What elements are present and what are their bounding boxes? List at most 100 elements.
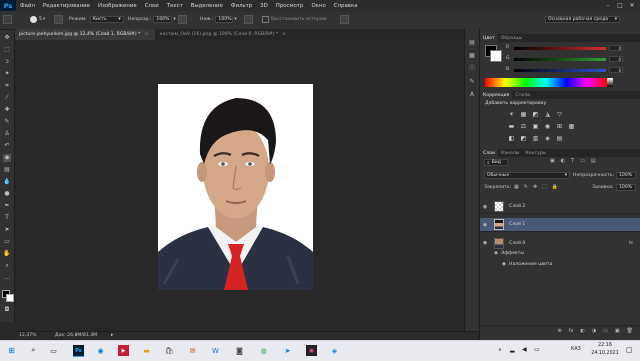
layer-row-selected[interactable]: ◉ Слой 1	[480, 218, 640, 232]
smart-object-filter-icon[interactable]: ▤	[591, 158, 596, 164]
character-panel-icon[interactable]: A	[468, 91, 476, 99]
eraser-tool-icon[interactable]: ◆	[3, 154, 11, 162]
volume-icon[interactable]: ◀	[522, 346, 527, 353]
close-icon[interactable]: ×	[282, 32, 286, 37]
clock-time[interactable]: 22:16	[589, 343, 621, 348]
restore-history-group[interactable]: Восстановить историю	[262, 15, 327, 24]
tool-preset-picker[interactable]	[3, 15, 12, 24]
blur-tool-icon[interactable]: 💧	[3, 178, 11, 186]
task-view-icon[interactable]: ▭	[48, 345, 59, 356]
black-white-icon[interactable]: ▣	[532, 123, 539, 130]
file-explorer-icon[interactable]: ▬	[141, 345, 152, 356]
tab-color[interactable]: Цвет	[480, 34, 498, 42]
brush-settings-panel-icon[interactable]: ✎	[468, 78, 476, 86]
menu-3d[interactable]: 3D	[256, 3, 272, 9]
pressure-opacity-toggle[interactable]	[178, 15, 187, 24]
tab-kostyum[interactable]: костюм_ОиV (16).png @ 100% (Слой 0, RGB/…	[156, 29, 301, 40]
tab-paths[interactable]: Контуры	[522, 149, 549, 157]
hand-tool-icon[interactable]: ✋	[3, 250, 11, 258]
black-white-ramp[interactable]	[607, 78, 613, 87]
fill-input[interactable]: 100%	[616, 184, 636, 191]
menu-edit[interactable]: Редактирование	[39, 3, 94, 9]
menu-view[interactable]: Просмотр	[272, 3, 308, 9]
lock-artboard-icon[interactable]: ⬚	[542, 184, 547, 190]
layer-effects-row[interactable]: ◉ Эффекты	[494, 251, 524, 256]
new-layer-icon[interactable]: ▣	[615, 328, 620, 334]
type-filter-icon[interactable]: T	[571, 158, 574, 164]
color-lookup-icon[interactable]: ▦	[568, 123, 575, 130]
messenger-icon[interactable]: ◈	[329, 345, 340, 356]
language-indicator[interactable]: КАЗ	[571, 347, 581, 352]
camera-icon[interactable]: ◙	[234, 345, 245, 356]
curves-icon[interactable]: ◩	[532, 111, 539, 118]
lock-transparency-icon[interactable]: ▦	[514, 184, 519, 190]
close-button[interactable]: ✕	[626, 0, 638, 11]
edge-icon[interactable]: ◉	[95, 345, 106, 356]
layer-name[interactable]: Слой 0	[509, 241, 525, 246]
pressure-size-toggle[interactable]	[340, 15, 349, 24]
color-balance-icon[interactable]: ⚖	[520, 123, 527, 130]
more-tools-icon[interactable]: …	[3, 274, 11, 282]
blue-slider[interactable]	[514, 69, 606, 72]
red-slider[interactable]	[514, 47, 606, 50]
zoom-tool-icon[interactable]: ⌕	[3, 262, 11, 270]
posterize-icon[interactable]: ◩	[520, 135, 527, 142]
effect-color-overlay-row[interactable]: ◉ Наложение цвета	[502, 262, 552, 267]
lock-pixels-icon[interactable]: ✎	[524, 184, 528, 190]
channel-mixer-icon[interactable]: ⊞	[556, 123, 563, 130]
eye-icon[interactable]: ◉	[502, 262, 506, 267]
invert-icon[interactable]: ◧	[508, 135, 515, 142]
menu-help[interactable]: Справка	[330, 3, 362, 9]
link-layers-icon[interactable]: ⊕	[557, 328, 561, 334]
eye-icon[interactable]: ◉	[480, 240, 490, 246]
blend-mode-select[interactable]: Обычные ▾	[484, 172, 570, 179]
fx-badge[interactable]: fx	[629, 241, 633, 246]
layer-row[interactable]: ◉ Слой 0 fx	[480, 236, 640, 250]
crop-tool-icon[interactable]: ⌗	[3, 82, 11, 90]
brush-size-picker[interactable]: 5 ▾	[30, 15, 45, 24]
clock-date[interactable]: 24.10.2021	[589, 351, 621, 356]
menu-select[interactable]: Выделение	[187, 3, 227, 9]
trash-icon[interactable]: 🗑	[627, 328, 633, 334]
hue-saturation-icon[interactable]: ▬	[508, 123, 515, 130]
healing-brush-tool-icon[interactable]: ✚	[3, 106, 11, 114]
video-editor-icon[interactable]: ▣	[306, 345, 317, 356]
brightness-contrast-icon[interactable]: ☀	[508, 111, 515, 118]
workspace-select[interactable]: Основная рабочая среда ▾	[545, 15, 620, 24]
layer-kind-filter[interactable]: ⌕ Вид	[484, 159, 508, 166]
layer-name[interactable]: Слой 1	[509, 222, 525, 227]
properties-panel-icon[interactable]: ▦	[468, 52, 476, 60]
notifications-icon[interactable]: ▢	[626, 346, 633, 354]
exposure-icon[interactable]: ◮	[544, 111, 551, 118]
threshold-icon[interactable]: ▥	[532, 135, 539, 142]
selective-color-icon[interactable]: ◈	[544, 135, 551, 142]
add-style-icon[interactable]: fx	[569, 328, 574, 334]
vibrance-icon[interactable]: ▽	[556, 111, 563, 118]
chrome-icon[interactable]: ◍	[258, 345, 269, 356]
tray-expand-icon[interactable]: ∧	[498, 347, 502, 353]
history-brush-tool-icon[interactable]: ↶	[3, 142, 11, 150]
eye-icon[interactable]: ◉	[480, 222, 490, 228]
eye-icon[interactable]: ◉	[480, 204, 490, 210]
color-panel-background-swatch[interactable]	[490, 50, 502, 62]
green-slider[interactable]	[514, 58, 606, 61]
layer-opacity-input[interactable]: 100%	[616, 172, 636, 179]
flow-input[interactable]: 100%	[215, 16, 234, 23]
shape-filter-icon[interactable]: ▭	[580, 158, 585, 164]
dodge-tool-icon[interactable]: ●	[3, 190, 11, 198]
menu-file[interactable]: Файл	[16, 3, 39, 9]
tab-styles[interactable]: Стили	[512, 91, 533, 99]
opacity-input[interactable]: 100%	[153, 16, 173, 23]
layer-name[interactable]: Слой 2	[509, 204, 525, 209]
quick-mask-icon[interactable]: ◘	[3, 306, 11, 314]
document-image[interactable]	[158, 84, 313, 290]
new-adjustment-icon[interactable]: ◑	[592, 328, 596, 334]
restore-history-checkbox[interactable]	[262, 16, 269, 23]
move-tool-icon[interactable]: ✥	[3, 34, 11, 42]
pixel-filter-icon[interactable]: ▣	[550, 158, 555, 164]
pen-tool-icon[interactable]: ✒	[3, 202, 11, 210]
word-icon[interactable]: W	[210, 345, 221, 356]
search-icon[interactable]: ⌕	[28, 345, 39, 356]
close-icon[interactable]: ×	[144, 32, 148, 37]
green-value[interactable]: 0	[609, 56, 623, 62]
